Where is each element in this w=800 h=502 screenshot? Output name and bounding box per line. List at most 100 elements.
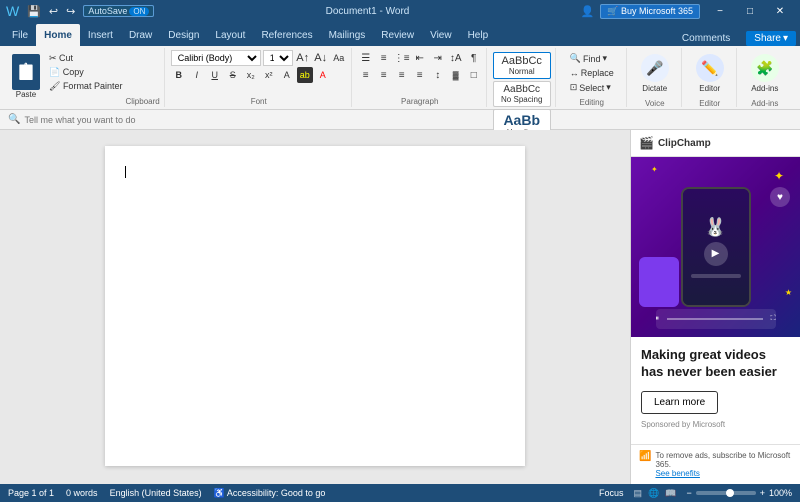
shading-button[interactable]: ▓	[448, 67, 464, 83]
replace-icon: ↔	[570, 68, 579, 78]
bullets-button[interactable]: ☰	[358, 50, 374, 66]
comments-button[interactable]: Comments	[674, 31, 738, 46]
web-layout-button[interactable]: 🌐	[646, 488, 661, 499]
zoom-level[interactable]: 100%	[769, 488, 792, 498]
tab-layout[interactable]: Layout	[207, 24, 253, 46]
focus-label[interactable]: Focus	[599, 488, 624, 498]
find-button[interactable]: 🔍 Find ▾	[566, 52, 618, 65]
strikethrough-button[interactable]: S	[225, 67, 241, 83]
redo-icon[interactable]: ↪	[64, 5, 77, 18]
font-size-select[interactable]: 11 8910121416	[263, 50, 293, 66]
editor-button[interactable]: ✏️ Editor	[692, 52, 728, 95]
ad-title: Making great videos has never been easie…	[641, 347, 790, 381]
style-normal[interactable]: AaBbCc Normal	[493, 52, 551, 79]
font-row1: Calibri (Body) 11 8910121416 A↑ A↓ Aa	[171, 50, 347, 66]
tab-mailings[interactable]: Mailings	[321, 24, 374, 46]
tell-me-bar: 🔍	[0, 110, 800, 130]
shrink-font-button[interactable]: A↓	[313, 50, 329, 66]
right-panel: 🎬 ClipChamp ✦ ✦ ★ 🐰 ▶	[630, 130, 800, 484]
buy-button[interactable]: 🛒 Buy Microsoft 365	[600, 4, 700, 19]
tell-me-input[interactable]	[24, 115, 792, 125]
see-benefits-link[interactable]: See benefits	[655, 469, 699, 478]
editing-controls: 🔍 Find ▾ ↔ Replace ⊡ Select ▾	[562, 48, 622, 98]
tab-insert[interactable]: Insert	[80, 24, 121, 46]
autosave-state[interactable]: ON	[129, 7, 149, 16]
subscript-button[interactable]: x₂	[243, 67, 259, 83]
dictate-button[interactable]: 🎤 Dictate	[637, 52, 673, 95]
line-spacing-button[interactable]: ↕	[430, 67, 446, 83]
select-dropdown[interactable]: ▾	[606, 82, 611, 93]
share-button[interactable]: Share ▾	[746, 31, 796, 46]
zoom-out-icon[interactable]: −	[686, 488, 691, 498]
increase-indent-button[interactable]: ⇥	[430, 50, 446, 66]
text-cursor	[125, 166, 126, 178]
style-no-spacing[interactable]: AaBbCc No Spacing	[493, 81, 551, 107]
align-center-button[interactable]: ≡	[376, 67, 392, 83]
bold-button[interactable]: B	[171, 67, 187, 83]
change-case-button[interactable]: Aa	[331, 50, 347, 66]
restore-button[interactable]: □	[736, 4, 764, 18]
cut-button[interactable]: ✂ Cut	[46, 52, 125, 65]
tab-file[interactable]: File	[4, 24, 36, 46]
grow-font-button[interactable]: A↑	[295, 50, 311, 66]
align-right-button[interactable]: ≡	[394, 67, 410, 83]
font-color-button[interactable]: A	[315, 67, 331, 83]
tab-draw[interactable]: Draw	[121, 24, 160, 46]
undo-icon[interactable]: ↩	[47, 5, 60, 18]
tab-home[interactable]: Home	[36, 24, 80, 46]
heart-icon: ♥	[770, 187, 790, 207]
zoom-thumb	[726, 489, 734, 497]
remove-ads-text: To remove ads, subscribe to Microsoft 36…	[655, 451, 790, 469]
save-icon[interactable]: 💾	[25, 5, 43, 18]
document-area[interactable]	[0, 130, 630, 484]
document-page[interactable]	[105, 146, 525, 466]
minimize-button[interactable]: −	[706, 4, 734, 18]
zoom-slider[interactable]	[696, 491, 756, 495]
print-layout-button[interactable]: ▤	[631, 488, 644, 499]
show-formatting-button[interactable]: ¶	[466, 50, 482, 66]
format-painter-button[interactable]: 🖌 Format Painter	[46, 80, 125, 93]
paste-button[interactable]: Paste	[8, 52, 44, 101]
tab-review[interactable]: Review	[373, 24, 422, 46]
search-icon: 🔍	[8, 114, 20, 125]
tab-help[interactable]: Help	[460, 24, 497, 46]
underline-button[interactable]: U	[207, 67, 223, 83]
profile-icon[interactable]: 👤	[581, 5, 595, 18]
font-name-select[interactable]: Calibri (Body)	[171, 50, 261, 66]
tab-design[interactable]: Design	[160, 24, 207, 46]
paragraph-label: Paragraph	[401, 97, 438, 107]
addins-button[interactable]: 🧩 Add-ins	[747, 52, 783, 95]
styles-group: AaBbCc Normal AaBbCc No Spacing AaBb Hea…	[489, 48, 556, 107]
borders-button[interactable]: □	[466, 67, 482, 83]
font-label: Font	[251, 97, 267, 107]
editor-icon: ✏️	[696, 54, 724, 82]
close-button[interactable]: ✕	[766, 4, 794, 18]
highlight-color-button[interactable]: ab	[297, 67, 313, 83]
ribbon-right-actions: Comments Share ▾	[674, 31, 796, 46]
ad-image: ✦ ✦ ★ 🐰 ▶ ♥ ⏸	[631, 157, 800, 337]
replace-button[interactable]: ↔ Replace	[566, 67, 618, 79]
text-effects-button[interactable]: A	[279, 67, 295, 83]
decrease-indent-button[interactable]: ⇤	[412, 50, 428, 66]
read-mode-button[interactable]: 📖	[663, 488, 678, 499]
tab-references[interactable]: References	[253, 24, 320, 46]
numbering-button[interactable]: ≡	[376, 50, 392, 66]
find-dropdown[interactable]: ▾	[602, 53, 607, 64]
find-label: Find	[583, 54, 601, 64]
italic-button[interactable]: I	[189, 67, 205, 83]
align-left-button[interactable]: ≡	[358, 67, 374, 83]
sort-button[interactable]: ↕A	[448, 50, 464, 66]
main-area: 🎬 ClipChamp ✦ ✦ ★ 🐰 ▶	[0, 130, 800, 484]
learn-more-button[interactable]: Learn more	[641, 391, 718, 414]
multilevel-list-button[interactable]: ⋮≡	[394, 50, 410, 66]
editor-label: Editor	[699, 84, 720, 93]
justify-button[interactable]: ≡	[412, 67, 428, 83]
superscript-button[interactable]: x²	[261, 67, 277, 83]
status-bar: Page 1 of 1 0 words English (United Stat…	[0, 484, 800, 502]
editor-controls: ✏️ Editor	[688, 48, 732, 99]
window-controls: − □ ✕	[706, 4, 794, 18]
select-button[interactable]: ⊡ Select ▾	[566, 81, 618, 94]
zoom-in-icon[interactable]: +	[760, 488, 765, 498]
tab-view[interactable]: View	[422, 24, 460, 46]
copy-button[interactable]: 📄 Copy	[46, 66, 125, 79]
